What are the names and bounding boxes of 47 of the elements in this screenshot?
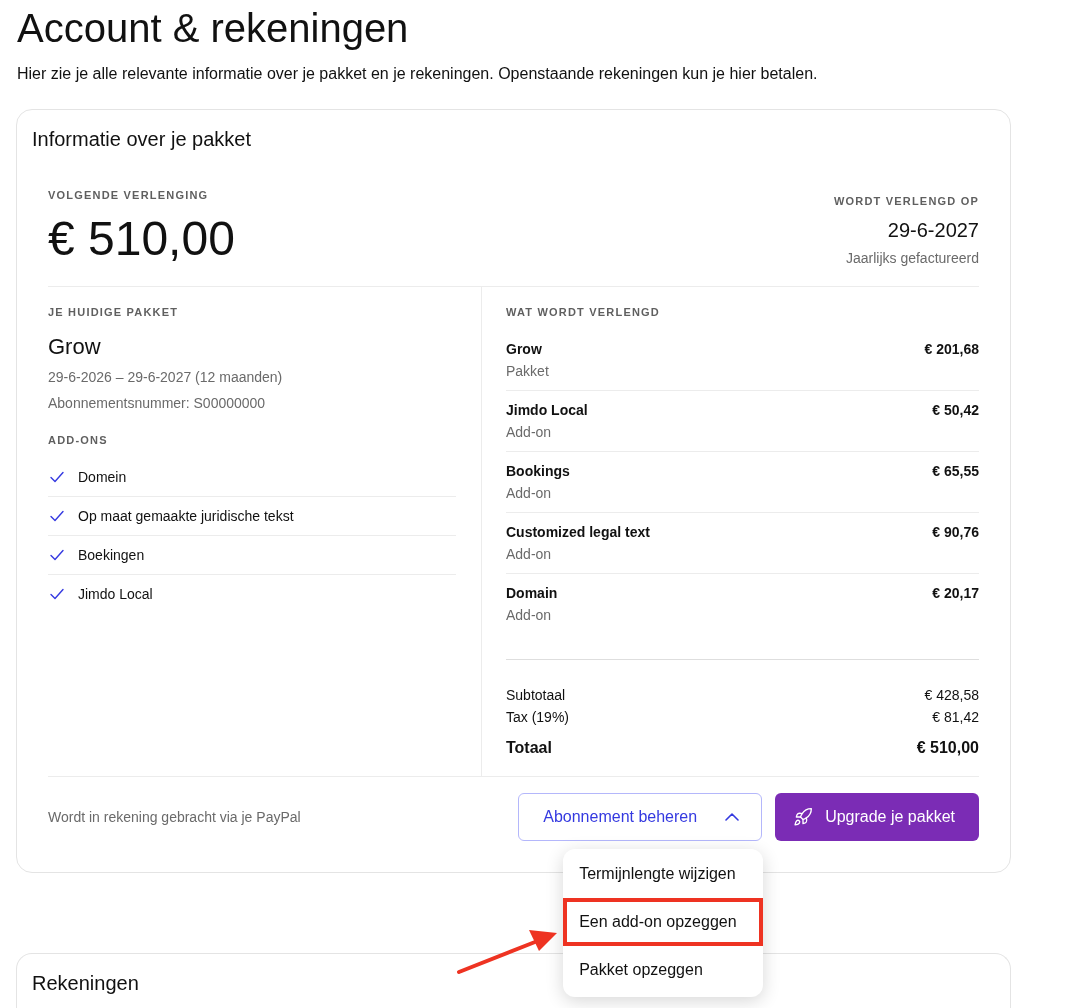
- menu-item[interactable]: Een add-on opzeggen: [563, 898, 764, 946]
- item-name: Domain: [506, 584, 558, 603]
- renewal-amount: € 510,00: [48, 211, 235, 267]
- item-price: € 50,42: [932, 401, 979, 420]
- addon-name: Op maat gemaakte juridische tekst: [78, 507, 294, 526]
- item-name: Customized legal text: [506, 523, 650, 542]
- item-price: € 20,17: [932, 584, 979, 603]
- item-name: Jimdo Local: [506, 401, 588, 420]
- card-title: Informatie over je pakket: [32, 127, 251, 152]
- item-name: Grow: [506, 340, 543, 359]
- subtotal-amount: € 428,58: [924, 686, 979, 705]
- page-intro: Hier zie je alle relevante informatie over je pakket en je rekeningen. Openstaande rekeningen kun je hier betalen.: [17, 64, 818, 84]
- tax-label: Tax (19%): [506, 708, 570, 727]
- menu-item[interactable]: Pakket opzeggen: [563, 946, 764, 994]
- package-name: Grow: [48, 333, 101, 361]
- addon-name: Boekingen: [78, 546, 145, 565]
- card-title: Rekeningen: [32, 971, 139, 996]
- rocket-icon: [793, 807, 814, 827]
- section-label: ADD-ONS: [48, 433, 108, 448]
- item-type: Add-on: [506, 484, 552, 503]
- payment-note: Wordt in rekening gebracht via je PayPal: [48, 808, 301, 827]
- item-type: Add-on: [506, 545, 552, 564]
- menu-item[interactable]: Termijnlengte wijzigen: [563, 850, 764, 898]
- section-label: WAT WORDT VERLENGD: [506, 305, 660, 320]
- total-label: Totaal: [506, 738, 552, 758]
- item-type: Pakket: [506, 362, 549, 381]
- upgrade-button[interactable]: Upgrade je pakket: [775, 793, 979, 841]
- item-name: Bookings: [506, 462, 570, 481]
- package-period: 29-6-2026 – 29-6-2027 (12 maanden): [48, 368, 283, 387]
- section-label: WORDT VERLENGD OP: [833, 194, 979, 209]
- page-title: Account & rekeningen: [17, 5, 409, 52]
- subscription-number: Abonnementsnummer: S00000000: [48, 394, 266, 413]
- item-type: Add-on: [506, 606, 552, 625]
- item-price: € 90,76: [932, 523, 979, 542]
- addon-name: Jimdo Local: [78, 585, 153, 604]
- item-price: € 201,68: [924, 340, 979, 359]
- renewal-date: 29-6-2027: [886, 218, 979, 243]
- billing-interval: Jaarlijks gefactureerd: [844, 249, 979, 268]
- item-price: € 65,55: [932, 462, 979, 481]
- section-label: JE HUIDIGE PAKKET: [48, 305, 179, 320]
- total-amount: € 510,00: [916, 738, 979, 758]
- section-label: VOLGENDE VERLENGING: [48, 188, 210, 203]
- item-type: Add-on: [506, 423, 552, 442]
- addon-name: Domein: [78, 468, 127, 487]
- manage-subscription-button[interactable]: Abonnement beheren: [518, 793, 763, 841]
- subtotal-label: Subtotaal: [506, 686, 566, 705]
- tax-amount: € 81,42: [932, 708, 979, 727]
